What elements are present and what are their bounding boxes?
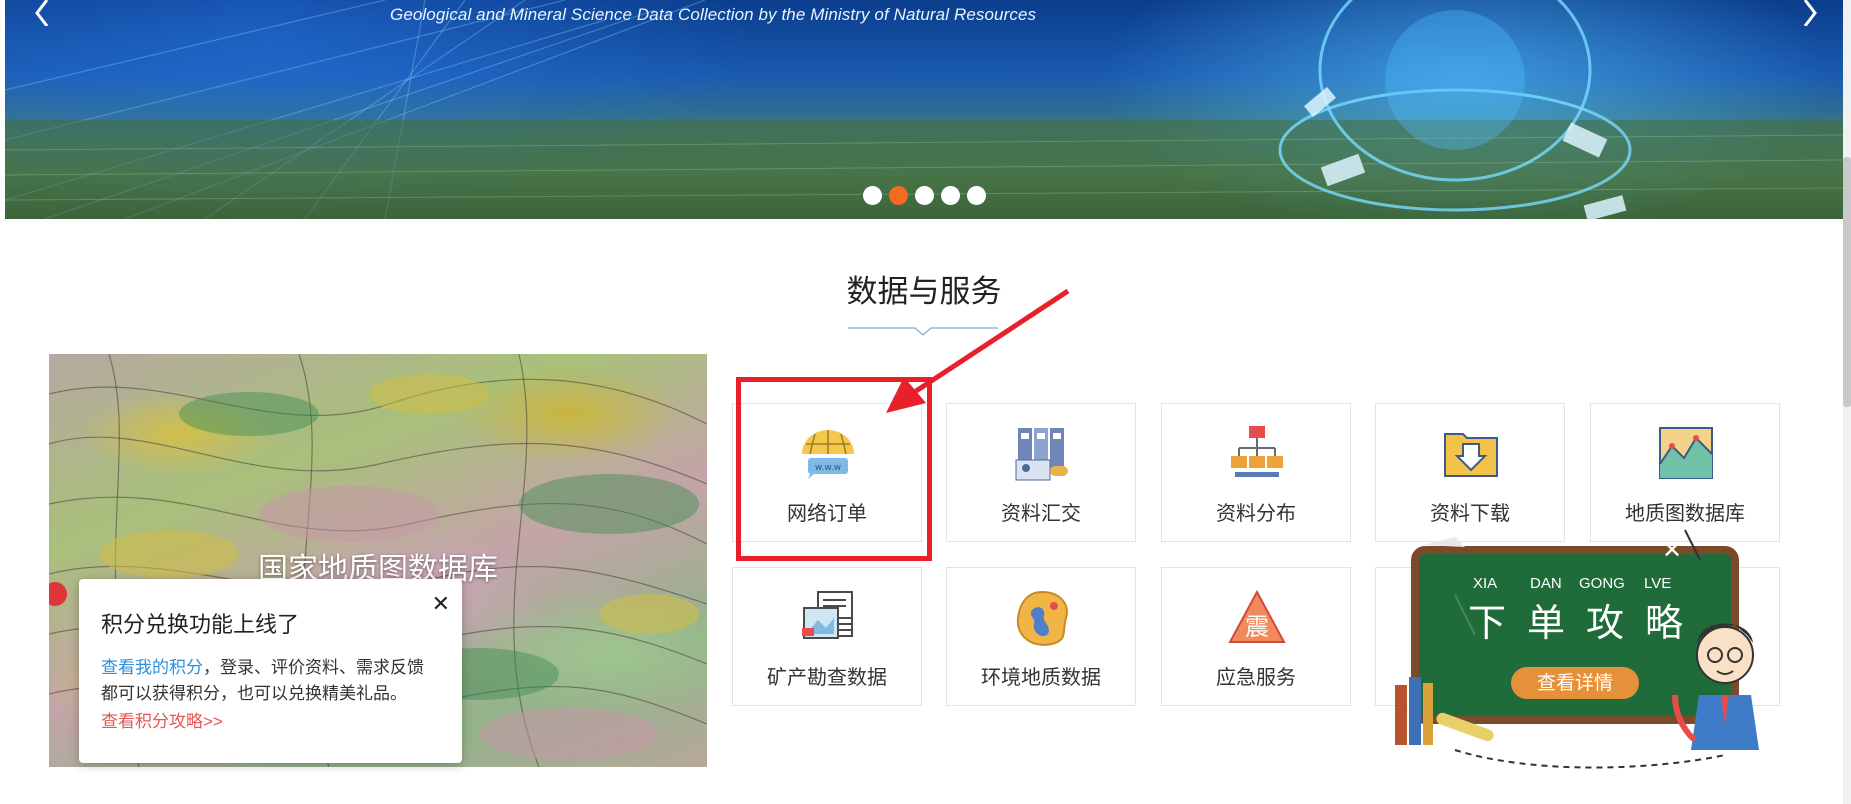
service-tile-data-submission[interactable]: 资料汇交 [946, 403, 1136, 542]
section-title: 数据与服务 [846, 274, 1002, 310]
service-tile-environment-geology[interactable]: 环境地质数据 [946, 567, 1136, 706]
service-tile-geomap-database[interactable]: 地质图数据库 [1590, 403, 1780, 542]
service-label: 地质图数据库 [1625, 501, 1745, 525]
service-tile-data-distribution[interactable]: 资料分布 [1161, 403, 1351, 542]
guide-char-2: 单 [1526, 601, 1565, 645]
environment-palette-icon [1016, 590, 1068, 646]
service-label: 环境地质数据 [981, 665, 1101, 689]
title-divider [848, 327, 998, 336]
points-exchange-popup: ✕ 积分兑换功能上线了 查看我的积分，登录、评价资料、需求反馈都可以获得积分，也… [79, 579, 462, 763]
carousel-dot-3[interactable] [915, 186, 934, 205]
close-icon[interactable]: ✕ [1658, 537, 1686, 565]
svg-text:w.w.w: w.w.w [815, 463, 841, 473]
service-label: 应急服务 [1216, 665, 1296, 689]
popup-body: 查看我的积分，登录、评价资料、需求反馈都可以获得积分，也可以兑换精美礼品。 [101, 655, 440, 707]
points-guide-link[interactable]: 查看积分攻略>> [101, 707, 440, 732]
guide-pinyin-4: LVE [1644, 575, 1672, 592]
popup-title: 积分兑换功能上线了 [101, 613, 300, 638]
guide-pinyin-2: DAN [1530, 575, 1562, 592]
banner-subtitle: Geological and Mineral Science Data Coll… [390, 5, 1037, 24]
carousel-dot-1[interactable] [863, 186, 882, 205]
folder-download-icon [1444, 433, 1498, 477]
guide-char-1: 下 [1467, 601, 1506, 645]
order-guide-widget[interactable]: ✕ XIA DAN GONG LVE 下 单 攻 略 查看详情 [1395, 525, 1775, 770]
service-label: 资料分布 [1216, 501, 1296, 525]
guide-pinyin-3: GONG [1579, 575, 1625, 592]
service-tile-mineral-exploration[interactable]: 矿产勘查数据 [732, 567, 922, 706]
guide-char-3: 攻 [1585, 601, 1624, 645]
carousel-dot-2[interactable] [889, 186, 908, 205]
binders-icon [1015, 428, 1068, 481]
chevron-right-icon[interactable] [1795, 0, 1825, 26]
map-chart-icon [1659, 427, 1713, 479]
chevron-left-icon[interactable] [27, 0, 57, 26]
service-tile-emergency-service[interactable]: 震 应急服务 [1161, 567, 1351, 706]
service-label: 矿产勘查数据 [767, 665, 887, 689]
svg-text:震: 震 [1245, 613, 1269, 641]
service-label: 资料汇交 [1001, 501, 1081, 525]
mineral-data-icon [802, 591, 853, 639]
guide-pinyin-1: XIA [1473, 575, 1498, 592]
hero-banner: Geological and Mineral Science Data Coll… [5, 0, 1843, 219]
view-details-button[interactable]: 查看详情 [1511, 667, 1639, 699]
earthquake-warning-icon: 震 [1228, 589, 1286, 643]
guide-char-4: 略 [1644, 601, 1683, 645]
service-label: 网络订单 [787, 501, 867, 525]
globe-www-icon: w.w.w [802, 430, 854, 479]
view-my-points-link[interactable]: 查看我的积分 [101, 658, 203, 677]
service-tile-data-download[interactable]: 资料下载 [1375, 403, 1565, 542]
network-distribution-icon [1231, 426, 1283, 477]
service-tile-network-order[interactable]: w.w.w 网络订单 [732, 403, 922, 542]
service-label: 资料下载 [1430, 501, 1510, 525]
carousel-dot-5[interactable] [967, 186, 986, 205]
close-icon[interactable]: ✕ [432, 593, 450, 615]
carousel-dots [863, 186, 986, 205]
carousel-dot-4[interactable] [941, 186, 960, 205]
